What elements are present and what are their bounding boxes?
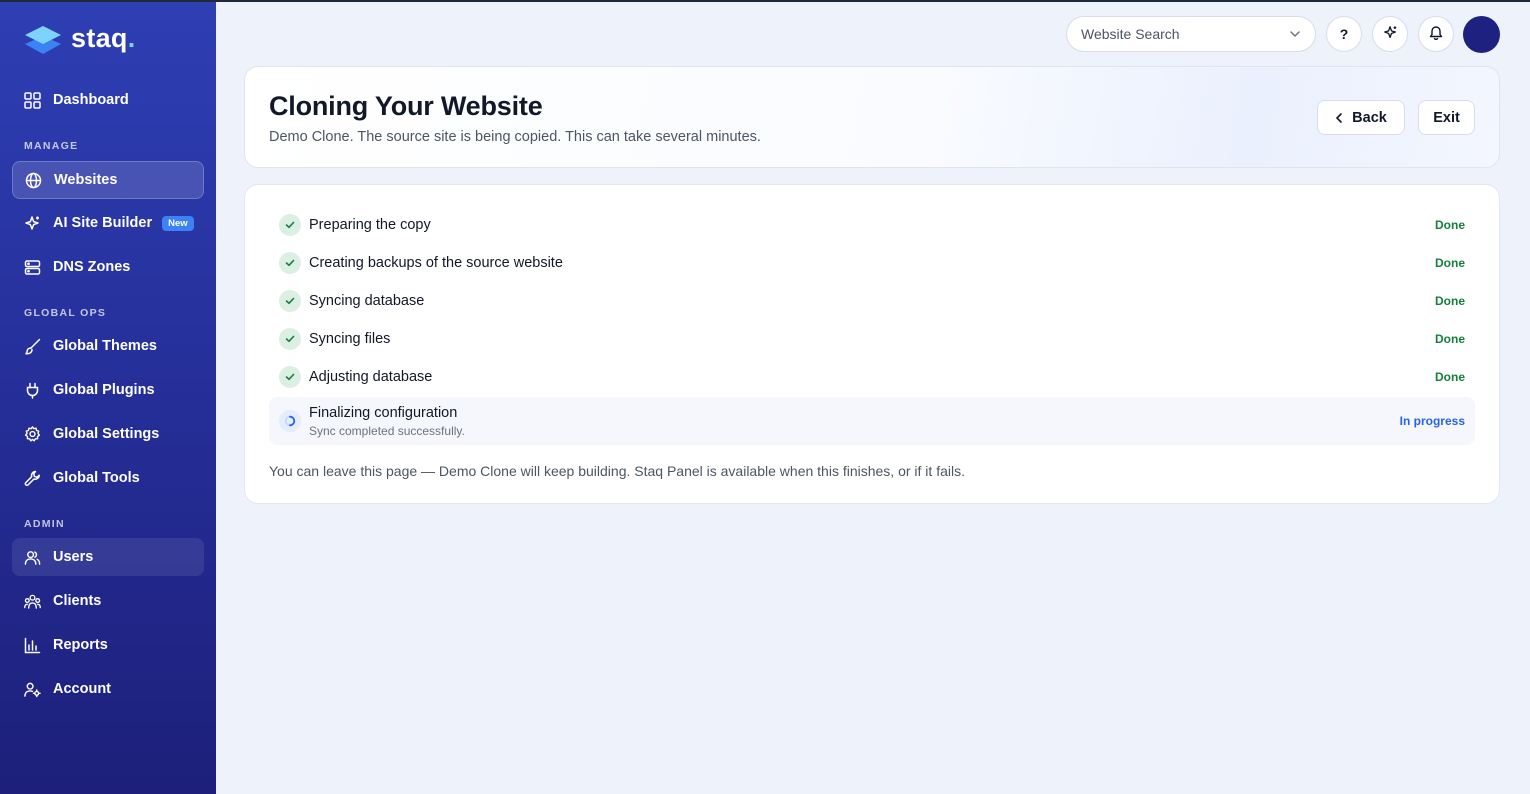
check-icon (279, 290, 301, 312)
check-icon (279, 214, 301, 236)
sidebar-item-reports[interactable]: Reports (12, 626, 204, 664)
sidebar-item-global-themes[interactable]: Global Themes (12, 327, 204, 365)
page-subtitle: Demo Clone. The source site is being cop… (269, 129, 761, 145)
bell-icon (1429, 25, 1443, 43)
brand-logo[interactable]: staq. (23, 22, 136, 58)
exit-button-label: Exit (1433, 109, 1460, 126)
check-icon (279, 252, 301, 274)
step-row: Preparing the copy Done (269, 206, 1475, 244)
step-row: Creating backups of the source website D… (269, 244, 1475, 282)
chevron-left-icon (1336, 112, 1342, 123)
page-header: Cloning Your Website Demo Clone. The sou… (244, 66, 1500, 168)
step-row: Syncing database Done (269, 282, 1475, 320)
staq-logo-icon (25, 26, 61, 54)
step-label: Creating backups of the source website (309, 255, 563, 271)
step-row: Adjusting database Done (269, 358, 1475, 396)
window-top-border (0, 0, 1530, 2)
website-search-select[interactable]: Website Search (1066, 16, 1316, 52)
step-status: In progress (1399, 414, 1465, 428)
search-placeholder: Website Search (1081, 26, 1180, 42)
sparkle-icon (1383, 25, 1398, 43)
brand-name: staq. (71, 22, 136, 53)
gear-icon (24, 426, 41, 443)
sidebar-item-dns-zones[interactable]: DNS Zones (12, 248, 204, 286)
grid-icon (24, 91, 41, 109)
step-label: Syncing files (309, 331, 391, 347)
sidebar-item-ai-site-builder[interactable]: AI Site Builder New (12, 204, 204, 242)
sidebar-item-global-tools[interactable]: Global Tools (12, 459, 204, 497)
step-label: Adjusting database (309, 369, 433, 385)
check-icon (279, 366, 301, 388)
step-row-in-progress: Finalizing configuration Sync completed … (269, 397, 1475, 445)
sidebar-item-label: AI Site Builder (53, 215, 153, 231)
section-label-admin: ADMIN (24, 518, 65, 530)
help-button[interactable]: ? (1326, 16, 1362, 52)
footer-note: You can leave this page — Demo Clone wil… (269, 463, 965, 479)
clone-progress-card: Preparing the copy Done Creating backups… (244, 184, 1500, 504)
step-label: Preparing the copy (309, 217, 431, 233)
check-icon (279, 328, 301, 350)
back-button[interactable]: Back (1317, 100, 1405, 135)
bar-chart-icon (24, 637, 41, 654)
step-status: Done (1435, 294, 1465, 308)
new-badge: New (162, 215, 194, 231)
sidebar-item-users[interactable]: Users (12, 538, 204, 576)
sidebar-item-global-settings[interactable]: Global Settings (12, 415, 204, 453)
sidebar-item-label: Account (53, 681, 111, 697)
sidebar-item-dashboard[interactable]: Dashboard (12, 81, 204, 119)
section-label-global-ops: GLOBAL OPS (24, 307, 107, 319)
plug-icon (24, 382, 41, 399)
section-label-manage: MANAGE (24, 140, 79, 152)
spinner-icon (279, 410, 301, 432)
page-title: Cloning Your Website (269, 91, 543, 121)
clients-icon (24, 593, 41, 610)
step-status: Done (1435, 370, 1465, 384)
sidebar-item-clients[interactable]: Clients (12, 582, 204, 620)
sidebar: staq. Dashboard MANAGE Websites AI Site … (0, 0, 216, 794)
step-row: Syncing files Done (269, 320, 1475, 358)
user-gear-icon (24, 681, 41, 698)
exit-button[interactable]: Exit (1418, 100, 1475, 135)
sidebar-item-global-plugins[interactable]: Global Plugins (12, 371, 204, 409)
step-sub-label: Sync completed successfully. (309, 423, 465, 438)
step-status: Done (1435, 332, 1465, 346)
users-icon (24, 549, 41, 566)
chevron-down-icon (1289, 25, 1301, 43)
sidebar-item-label: Global Tools (53, 470, 140, 486)
sidebar-item-account[interactable]: Account (12, 670, 204, 708)
sidebar-item-label: DNS Zones (53, 259, 131, 275)
sidebar-item-label: Websites (54, 172, 118, 188)
sidebar-item-websites[interactable]: Websites (12, 161, 204, 199)
step-label: Finalizing configuration (309, 404, 458, 421)
back-button-label: Back (1352, 109, 1387, 126)
step-status: Done (1435, 218, 1465, 232)
user-avatar[interactable] (1463, 16, 1500, 53)
globe-icon (25, 172, 42, 189)
wrench-icon (24, 470, 41, 487)
sidebar-item-label: Reports (53, 637, 108, 653)
ai-assistant-button[interactable] (1372, 16, 1408, 52)
sidebar-item-label: Users (53, 549, 94, 565)
sidebar-item-label: Dashboard (53, 92, 129, 108)
step-status: Done (1435, 256, 1465, 270)
step-label: Syncing database (309, 293, 425, 309)
sidebar-item-label: Global Plugins (53, 382, 155, 398)
sidebar-item-label: Clients (53, 593, 102, 609)
brush-icon (24, 338, 41, 355)
server-icon (24, 259, 41, 276)
sparkle-icon (24, 215, 41, 232)
sidebar-item-label: Global Themes (53, 338, 157, 354)
help-icon: ? (1339, 26, 1349, 42)
sidebar-item-label: Global Settings (53, 426, 160, 442)
notifications-button[interactable] (1418, 16, 1454, 52)
